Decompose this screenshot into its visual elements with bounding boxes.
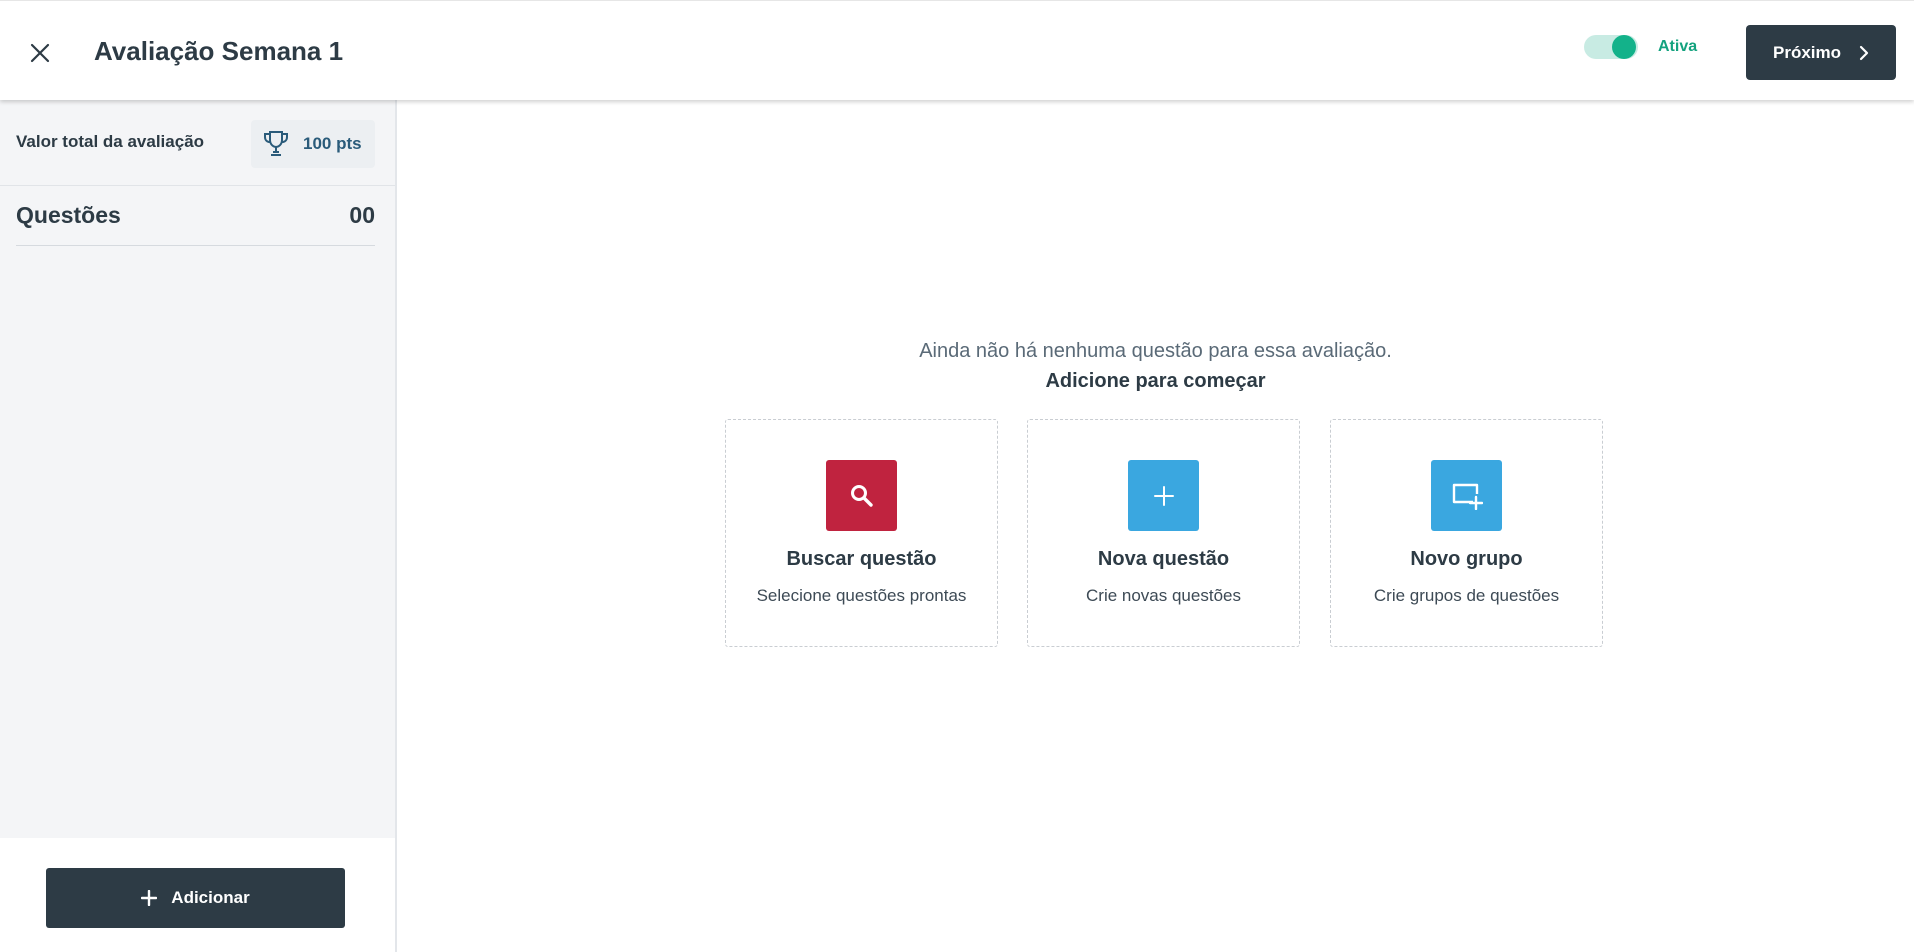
toggle-knob <box>1612 35 1636 59</box>
card-icon-box <box>826 460 897 531</box>
close-button[interactable] <box>24 37 56 69</box>
next-button-label: Próximo <box>1772 42 1842 62</box>
empty-state-cta: Adicione para começar <box>1045 370 1266 392</box>
total-points: 100 pts <box>303 134 362 153</box>
card-subtitle: Crie novas questões <box>1086 586 1241 605</box>
questions-header: Questões 00 <box>16 200 375 246</box>
new-question-card[interactable]: Nova questão Crie novas questões <box>1027 419 1300 647</box>
card-subtitle: Crie grupos de questões <box>1373 586 1560 605</box>
chevron-right-icon <box>1859 45 1869 60</box>
add-button[interactable]: Adicionar <box>46 868 345 928</box>
new-group-card[interactable]: Novo grupo Crie grupos de questões <box>1330 419 1603 647</box>
questions-count: 00 <box>349 202 375 228</box>
empty-state-message: Ainda não há nenhuma questão para essa a… <box>919 340 1392 362</box>
card-subtitle: Selecione questões prontas <box>756 586 967 605</box>
card-title: Nova questão <box>1097 548 1230 570</box>
sidebar-footer: Adicionar <box>0 838 395 952</box>
close-icon <box>30 43 50 63</box>
total-value-label: Valor total da avaliação <box>16 132 205 151</box>
add-group-icon <box>1452 483 1483 510</box>
active-toggle-group: Ativa <box>1584 35 1697 59</box>
card-title: Novo grupo <box>1410 548 1523 570</box>
plus-icon <box>141 890 158 906</box>
total-value-row: Valor total da avaliação 100 pts <box>0 100 395 186</box>
card-icon-box <box>1431 460 1502 531</box>
questions-label: Questões <box>16 202 121 228</box>
add-button-label: Adicionar <box>171 888 250 907</box>
points-badge: 100 pts <box>251 120 375 168</box>
sidebar: Valor total da avaliação 100 pts Questõe… <box>0 100 397 952</box>
toggle-label: Ativa <box>1658 38 1698 55</box>
page-title: Avaliação Semana 1 <box>94 36 344 66</box>
top-header: Avaliação Semana 1 Ativa Próximo <box>0 0 1914 100</box>
active-toggle[interactable] <box>1584 35 1638 59</box>
next-button[interactable]: Próximo <box>1746 25 1896 80</box>
card-title: Buscar questão <box>786 548 937 570</box>
trophy-icon <box>264 131 288 156</box>
plus-icon <box>1153 485 1174 506</box>
search-question-card[interactable]: Buscar questão Selecione questões pronta… <box>725 419 998 647</box>
search-icon <box>850 484 873 507</box>
card-icon-box <box>1128 460 1199 531</box>
